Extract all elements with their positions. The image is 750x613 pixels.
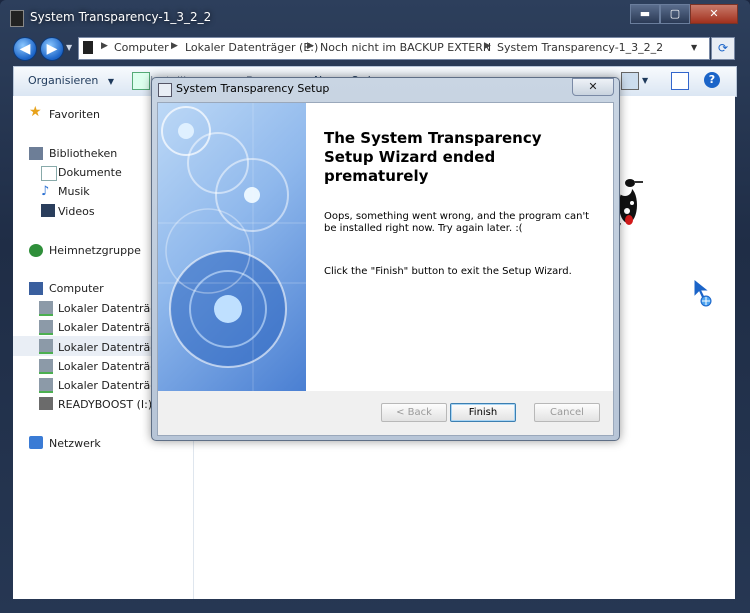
view-options-icon[interactable] — [621, 72, 639, 90]
drive-icon — [39, 301, 53, 316]
install-icon — [132, 72, 150, 90]
cancel-button[interactable]: Cancel — [534, 403, 600, 422]
help-icon[interactable]: ? — [704, 72, 720, 88]
drive-icon — [39, 339, 53, 354]
breadcrumb-computer[interactable]: Computer — [114, 41, 169, 54]
usb-drive-icon — [39, 397, 53, 410]
breadcrumb-separator[interactable]: ▶ — [307, 41, 314, 51]
nav-homegroup[interactable]: Heimnetzgruppe — [49, 244, 141, 257]
nav-readyboost[interactable]: READYBOOST (I:) — [58, 398, 152, 411]
setup-icon — [158, 83, 172, 97]
breadcrumb-current-folder[interactable]: System Transparency-1_3_2_2 — [497, 41, 663, 54]
nav-computer[interactable]: Computer — [49, 282, 104, 295]
breadcrumb-separator[interactable]: ▶ — [484, 41, 491, 51]
organize-label: Organisieren — [28, 74, 99, 87]
address-dropdown-icon[interactable]: ▼ — [691, 43, 697, 52]
view-dropdown-icon[interactable]: ▼ — [642, 76, 648, 85]
drive-icon — [39, 320, 53, 335]
wizard-banner-art — [158, 103, 306, 391]
organize-button[interactable]: Organisieren ▼ — [28, 74, 114, 87]
nav-libraries[interactable]: Bibliotheken — [49, 147, 117, 160]
nav-music[interactable]: Musik — [58, 185, 90, 198]
refresh-icon[interactable]: ⟳ — [711, 37, 735, 60]
back-arrow-icon[interactable]: ◀ — [13, 37, 37, 61]
drive-icon — [39, 359, 53, 374]
dialog-body: The System Transparency Setup Wizard end… — [157, 102, 614, 392]
error-message: Oops, something went wrong, and the prog… — [324, 211, 590, 234]
recent-pages-chevron-icon[interactable]: ▼ — [66, 43, 72, 52]
nav-documents[interactable]: Dokumente — [58, 166, 122, 179]
favorites-star-icon: ★ — [29, 104, 42, 120]
homegroup-icon — [29, 244, 43, 257]
finish-button[interactable]: Finish — [450, 403, 516, 422]
forward-arrow-icon[interactable]: ▶ — [40, 37, 64, 61]
finish-hint: Click the "Finish" button to exit the Se… — [324, 266, 572, 277]
folder-icon — [10, 10, 24, 27]
network-icon — [29, 436, 43, 449]
drive-icon — [83, 41, 93, 54]
explorer-window: System Transparency-1_3_2_2 ▬ ▢ ✕ ◀ ▶ ▼ … — [0, 0, 750, 613]
nav-network[interactable]: Netzwerk — [49, 437, 101, 450]
libraries-icon — [29, 147, 43, 160]
nav-favorites[interactable]: Favoriten — [49, 108, 100, 121]
breadcrumb-backup-folder[interactable]: Noch nicht im BACKUP EXTERN — [320, 41, 491, 54]
caption-buttons: ▬ ▢ ✕ — [630, 4, 738, 24]
minimize-button[interactable]: ▬ — [630, 4, 660, 24]
documents-icon — [41, 166, 57, 181]
breadcrumb-separator[interactable]: ▶ — [101, 41, 108, 51]
dialog-title: System Transparency Setup — [176, 82, 330, 95]
breadcrumb-drive-e[interactable]: Lokaler Datenträger (E:) — [185, 41, 318, 54]
music-note-icon: ♪ — [41, 184, 50, 199]
wizard-banner-image — [158, 103, 306, 391]
nav-videos[interactable]: Videos — [58, 205, 95, 218]
videos-icon — [41, 204, 55, 217]
title-bar: System Transparency-1_3_2_2 ▬ ▢ ✕ — [0, 0, 750, 34]
dialog-footer: < Back Finish Cancel — [157, 391, 614, 436]
drive-icon — [39, 378, 53, 393]
breadcrumb-separator[interactable]: ▶ — [171, 41, 178, 51]
preview-pane-icon[interactable] — [671, 72, 689, 90]
address-bar[interactable]: ▶ Computer ▶ Lokaler Datenträger (E:) ▶ … — [78, 37, 710, 60]
cursor-icon — [693, 277, 712, 307]
close-button[interactable]: ✕ — [690, 4, 738, 24]
navigation-row: ◀ ▶ ▼ ▶ Computer ▶ Lokaler Datenträger (… — [0, 34, 750, 62]
dialog-close-button[interactable]: ✕ — [572, 78, 614, 96]
chevron-down-icon: ▼ — [107, 77, 114, 86]
window-title: System Transparency-1_3_2_2 — [30, 10, 212, 24]
back-button[interactable]: < Back — [381, 403, 447, 422]
computer-icon — [29, 282, 43, 295]
wizard-heading: The System Transparency Setup Wizard end… — [324, 129, 542, 185]
maximize-button[interactable]: ▢ — [660, 4, 690, 24]
setup-dialog: System Transparency Setup ✕ The System T… — [151, 77, 620, 441]
